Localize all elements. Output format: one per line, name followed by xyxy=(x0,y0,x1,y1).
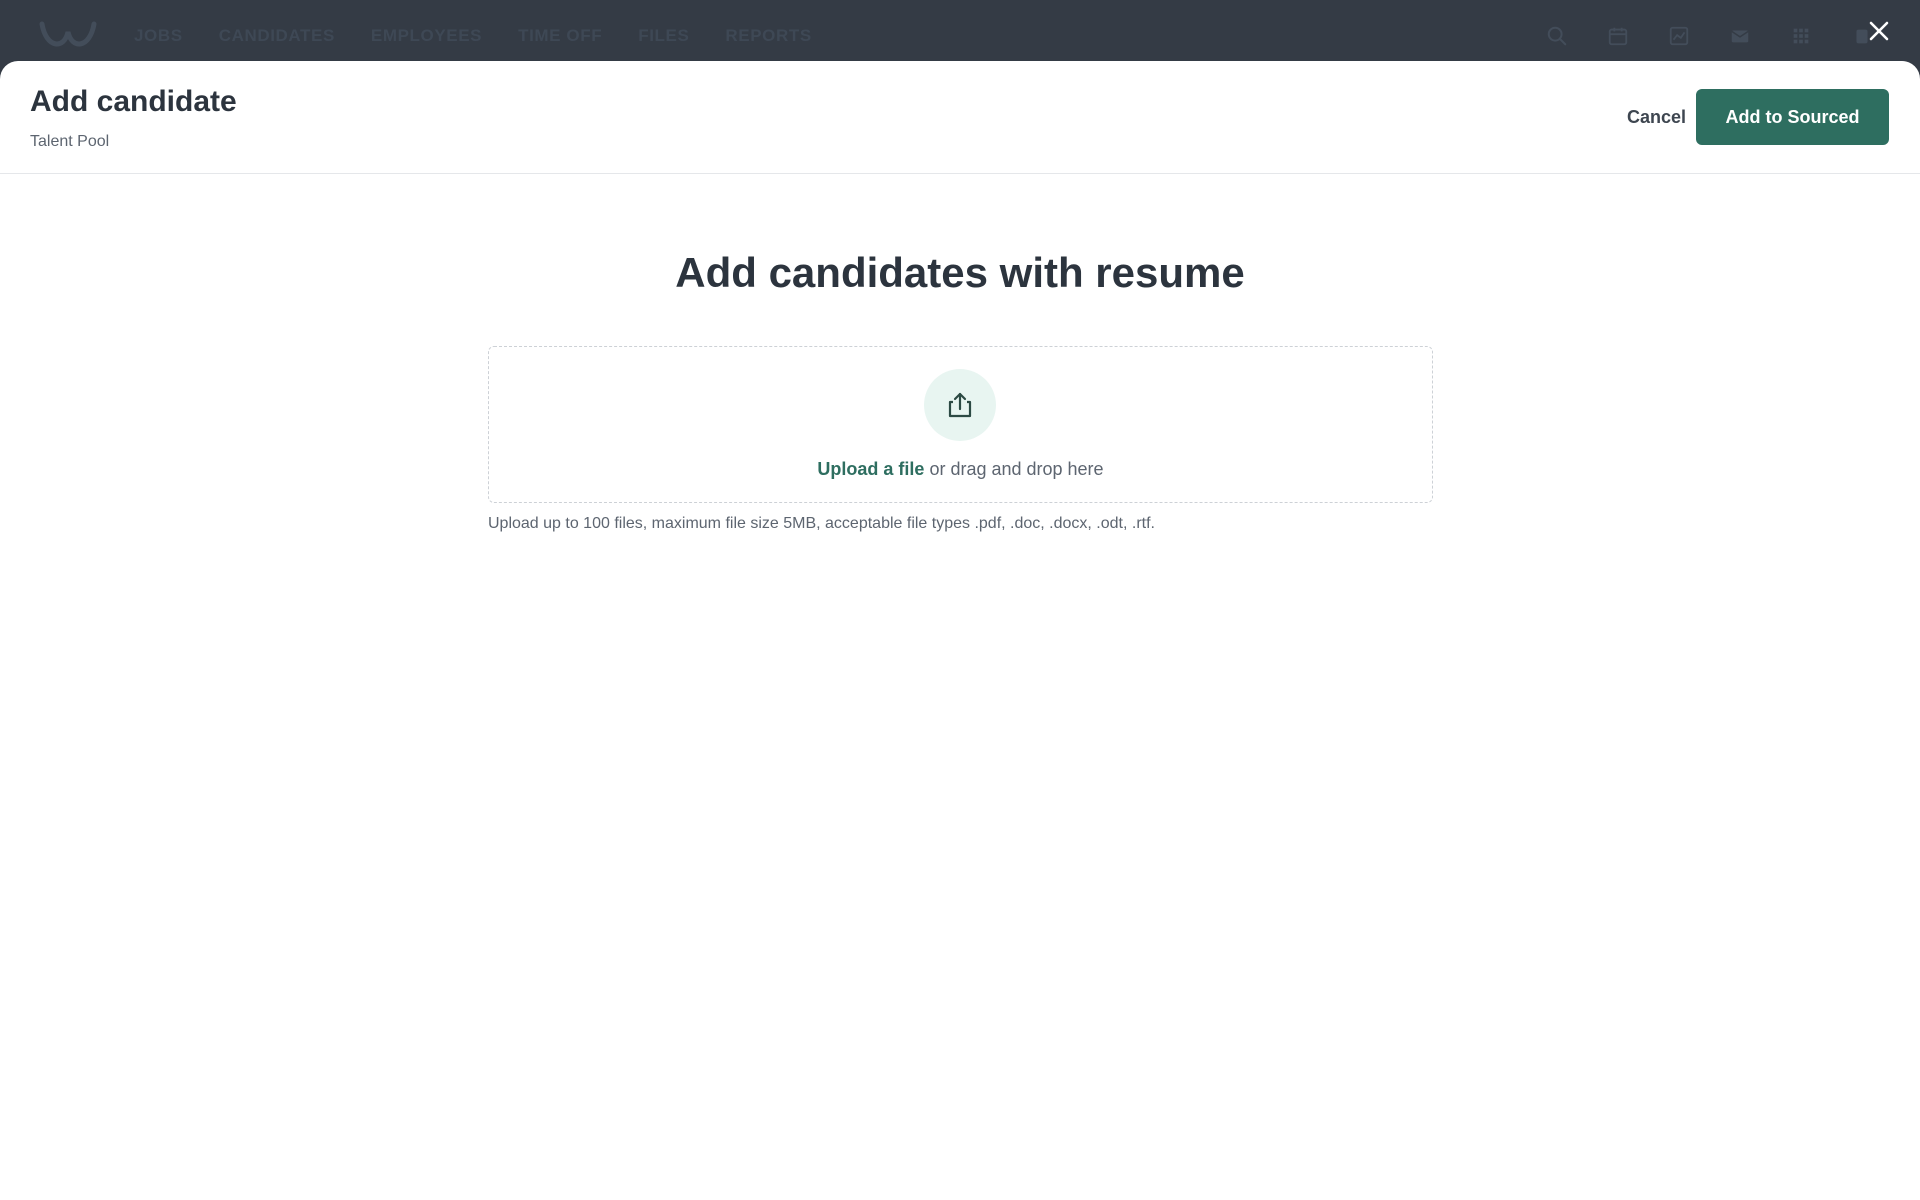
close-modal-button[interactable] xyxy=(1862,14,1896,48)
nav-item-employees[interactable]: EMPLOYEES xyxy=(371,26,482,46)
modal-subtitle: Talent Pool xyxy=(30,133,110,150)
dropzone-text: Upload a file or drag and drop here xyxy=(489,459,1432,480)
apps-grid-icon[interactable] xyxy=(1789,24,1813,48)
upload-icon-circle xyxy=(924,369,996,441)
upload-icon xyxy=(948,392,972,418)
chart-icon[interactable] xyxy=(1667,24,1691,48)
nav-item-reports[interactable]: REPORTS xyxy=(725,26,811,46)
nav-item-time-off[interactable]: TIME OFF xyxy=(518,26,602,46)
search-icon[interactable] xyxy=(1545,24,1569,48)
nav-item-jobs[interactable]: JOBS xyxy=(134,26,183,46)
modal-actions: Cancel Add to Sourced xyxy=(1617,89,1889,145)
modal-header: Add candidate Talent Pool Cancel Add to … xyxy=(0,61,1920,174)
add-candidate-modal: Add candidate Talent Pool Cancel Add to … xyxy=(0,61,1920,1200)
modal-title: Add candidate xyxy=(30,85,237,118)
nav-menu: JOBS CANDIDATES EMPLOYEES TIME OFF FILES… xyxy=(134,26,848,46)
upload-heading: Add candidates with resume xyxy=(675,249,1245,296)
app-logo xyxy=(39,21,97,47)
drag-drop-text: or drag and drop here xyxy=(924,459,1104,479)
cancel-button[interactable]: Cancel xyxy=(1617,89,1696,145)
nav-item-candidates[interactable]: CANDIDATES xyxy=(219,26,335,46)
nav-item-files[interactable]: FILES xyxy=(638,26,689,46)
nav-icon-group xyxy=(1508,24,1874,48)
add-to-sourced-button[interactable]: Add to Sourced xyxy=(1696,89,1889,145)
upload-file-link[interactable]: Upload a file xyxy=(817,459,924,479)
calendar-icon[interactable] xyxy=(1606,24,1630,48)
close-icon xyxy=(1869,21,1889,41)
mail-icon[interactable] xyxy=(1728,24,1752,48)
upload-hint: Upload up to 100 files, maximum file siz… xyxy=(488,515,1155,532)
resume-dropzone[interactable]: Upload a file or drag and drop here xyxy=(488,346,1433,503)
